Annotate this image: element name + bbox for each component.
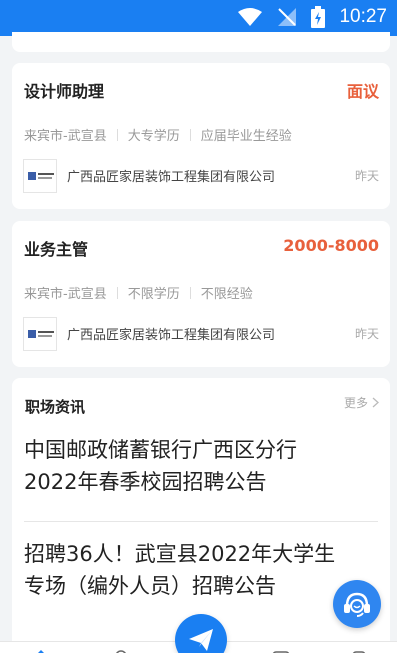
job-tags: 来宾市-武宣县 不限学历 不限经验 [24, 283, 253, 302]
paper-plane-icon [189, 629, 213, 651]
signal-icon [278, 8, 297, 26]
job-location: 来宾市-武宣县 [24, 129, 107, 144]
tag-divider [116, 286, 118, 299]
wifi-icon [238, 8, 263, 26]
job-education: 不限学历 [127, 287, 180, 302]
job-tags: 来宾市-武宣县 大专学历 应届毕业生经验 [24, 125, 292, 144]
section-title: 职场资讯 [25, 398, 86, 416]
news-title-line: 2022年春季校园招聘公告 [24, 470, 267, 494]
status-icons: 10:27 [237, 6, 387, 28]
status-bar: 10:27 [0, 0, 397, 36]
job-card[interactable]: 设计师助理 面议 来宾市-武宣县 大专学历 应届毕业生经验 广西品匠家居装饰工程… [12, 63, 390, 209]
company-logo [23, 317, 57, 351]
previous-card-bottom[interactable] [12, 32, 390, 52]
status-time: 10:27 [339, 6, 387, 27]
message-icon[interactable] [272, 648, 290, 653]
job-location: 来宾市-武宣县 [24, 287, 107, 302]
more-link[interactable]: 更多 [344, 394, 379, 411]
customer-service-button[interactable] [333, 580, 381, 628]
job-education: 大专学历 [127, 129, 180, 144]
company-name: 广西品匠家居装饰工程集团有限公司 [67, 170, 276, 185]
news-title-line: 专场（编外人员）招聘公告 [24, 574, 276, 598]
battery-icon [311, 6, 326, 28]
job-card[interactable]: 业务主管 2000-8000 来宾市-武宣县 不限学历 不限经验 广西品匠家居装… [12, 221, 390, 367]
tag-divider [189, 128, 191, 141]
job-experience: 应届毕业生经验 [200, 129, 292, 144]
tag-divider [189, 286, 191, 299]
job-experience: 不限经验 [200, 287, 253, 302]
job-title: 业务主管 [24, 240, 89, 259]
job-title: 设计师助理 [24, 82, 105, 101]
news-title-line: 招聘36人！武宣县2022年大学生 [24, 542, 336, 566]
post-time: 昨天 [354, 169, 379, 183]
company-name: 广西品匠家居装饰工程集团有限公司 [67, 328, 276, 343]
job-salary: 面议 [346, 82, 379, 101]
news-item[interactable]: 中国邮政储蓄银行广西区分行 2022年春季校园招聘公告 [24, 434, 378, 498]
company-logo [23, 159, 57, 193]
news-item[interactable]: 招聘36人！武宣县2022年大学生 专场（编外人员）招聘公告 [24, 538, 378, 602]
profile-icon[interactable] [350, 648, 368, 653]
chevron-right-icon [372, 397, 379, 408]
search-icon[interactable] [112, 648, 130, 653]
post-time: 昨天 [354, 327, 379, 341]
news-title-line: 中国邮政储蓄银行广西区分行 [24, 438, 297, 462]
customer-service-icon [344, 592, 370, 617]
more-label: 更多 [343, 396, 368, 410]
tag-divider [116, 128, 118, 141]
divider [24, 521, 378, 522]
home-icon[interactable] [32, 648, 50, 653]
job-salary: 2000-8000 [283, 236, 379, 255]
